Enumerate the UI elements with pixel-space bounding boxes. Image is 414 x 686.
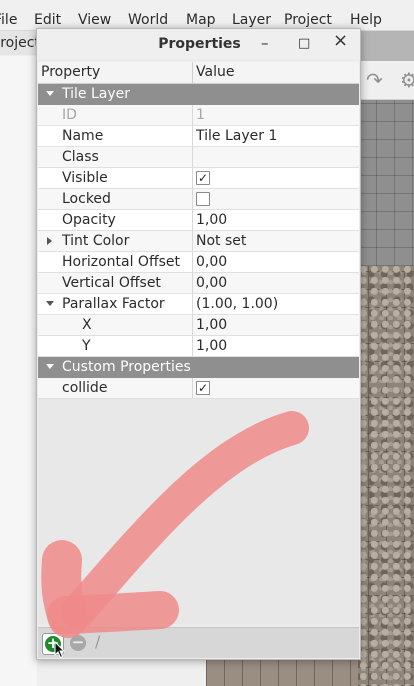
- property-row-parallax-y[interactable]: Y 1,00: [38, 336, 359, 357]
- properties-table[interactable]: Property Value Tile Layer ID 1 Name Tile…: [38, 62, 359, 624]
- property-name: Locked: [62, 191, 111, 207]
- property-name: Tint Color: [62, 233, 130, 249]
- property-row-name[interactable]: Name Tile Layer 1: [38, 126, 359, 147]
- property-value[interactable]: 1,00: [196, 212, 227, 228]
- visible-checkbox[interactable]: ✓: [196, 171, 210, 185]
- property-value[interactable]: Tile Layer 1: [196, 128, 277, 144]
- property-value[interactable]: 0,00: [196, 254, 227, 270]
- property-value[interactable]: 1,00: [196, 317, 227, 333]
- menu-help[interactable]: Help: [350, 11, 382, 29]
- property-value: 1: [196, 107, 205, 123]
- rename-property-button[interactable]: ∕: [95, 632, 100, 651]
- project-tab-label: Project: [0, 35, 37, 51]
- property-name: Horizontal Offset: [62, 254, 180, 270]
- minimize-button[interactable]: –: [261, 34, 269, 52]
- property-row-parallax-x[interactable]: X 1,00: [38, 315, 359, 336]
- menubar: File Edit View World Map Layer Project H…: [0, 0, 414, 31]
- header-value[interactable]: Value: [196, 64, 234, 80]
- gear-icon[interactable]: ⚙: [400, 70, 414, 90]
- menu-world[interactable]: World: [128, 11, 168, 29]
- dialog-title: Properties: [158, 36, 241, 52]
- collapse-arrow-icon[interactable]: [46, 301, 54, 306]
- expand-arrow-icon[interactable]: [47, 237, 52, 245]
- collapse-arrow-icon[interactable]: [46, 91, 54, 96]
- close-button[interactable]: ×: [333, 32, 348, 50]
- collide-checkbox[interactable]: ✓: [196, 381, 210, 395]
- property-name: Visible: [62, 170, 108, 186]
- dialog-titlebar[interactable]: Properties – □ ×: [37, 29, 360, 59]
- property-name: Class: [62, 149, 99, 165]
- group-label: Tile Layer: [62, 86, 130, 102]
- map-canvas-empty[interactable]: [358, 100, 414, 266]
- menu-file[interactable]: File: [0, 11, 17, 29]
- tab-bar: [358, 31, 414, 61]
- property-row-class[interactable]: Class: [38, 147, 359, 168]
- property-row-id[interactable]: ID 1: [38, 105, 359, 126]
- redo-icon[interactable]: ↷: [366, 70, 383, 90]
- property-row-vertical-offset[interactable]: Vertical Offset 0,00: [38, 273, 359, 294]
- property-value[interactable]: (1.00, 1.00): [196, 296, 278, 312]
- menu-layer[interactable]: Layer: [232, 11, 271, 29]
- property-name: collide: [62, 380, 108, 396]
- property-row-tint-color[interactable]: Tint Color Not set: [38, 231, 359, 252]
- menu-project[interactable]: Project: [284, 11, 332, 29]
- mouse-cursor-icon: [54, 641, 66, 659]
- collapse-arrow-icon[interactable]: [46, 364, 54, 369]
- remove-property-button[interactable]: −: [70, 635, 86, 651]
- map-canvas-tiles-bottom[interactable]: [206, 660, 358, 686]
- property-row-parallax-factor[interactable]: Parallax Factor (1.00, 1.00): [38, 294, 359, 315]
- group-tile-layer[interactable]: Tile Layer: [38, 84, 359, 105]
- property-value[interactable]: Not set: [196, 233, 246, 249]
- group-label: Custom Properties: [62, 359, 191, 375]
- property-name: Vertical Offset: [62, 275, 161, 291]
- main-toolbar: ↷ ⚙: [358, 61, 414, 100]
- property-name: Y: [82, 338, 91, 354]
- property-row-opacity[interactable]: Opacity 1,00: [38, 210, 359, 231]
- property-value[interactable]: 1,00: [196, 338, 227, 354]
- property-row-visible[interactable]: Visible ✓: [38, 168, 359, 189]
- properties-toolbar: + − ∕: [38, 627, 359, 659]
- property-row-locked[interactable]: Locked: [38, 189, 359, 210]
- property-name: Opacity: [62, 212, 116, 228]
- property-name: Parallax Factor: [62, 296, 165, 312]
- menu-map[interactable]: Map: [186, 11, 216, 29]
- properties-dialog: Properties – □ × Property Value Tile Lay…: [36, 28, 361, 660]
- locked-checkbox[interactable]: [196, 192, 210, 206]
- property-name: Name: [62, 128, 104, 144]
- check-mark-icon: ✓: [197, 171, 209, 185]
- check-mark-icon: ✓: [197, 381, 209, 395]
- property-name: ID: [62, 107, 77, 123]
- menu-view[interactable]: View: [78, 11, 111, 29]
- table-header: Property Value: [38, 62, 359, 84]
- menu-edit[interactable]: Edit: [34, 11, 61, 29]
- group-custom-properties[interactable]: Custom Properties: [38, 357, 359, 378]
- property-value[interactable]: 0,00: [196, 275, 227, 291]
- maximize-button[interactable]: □: [298, 35, 310, 53]
- project-panel: [0, 56, 37, 686]
- property-row-collide[interactable]: collide ✓: [38, 378, 359, 399]
- header-property[interactable]: Property: [41, 64, 100, 80]
- project-tab[interactable]: Project: [0, 31, 37, 55]
- property-row-horizontal-offset[interactable]: Horizontal Offset 0,00: [38, 252, 359, 273]
- property-name: X: [82, 317, 92, 333]
